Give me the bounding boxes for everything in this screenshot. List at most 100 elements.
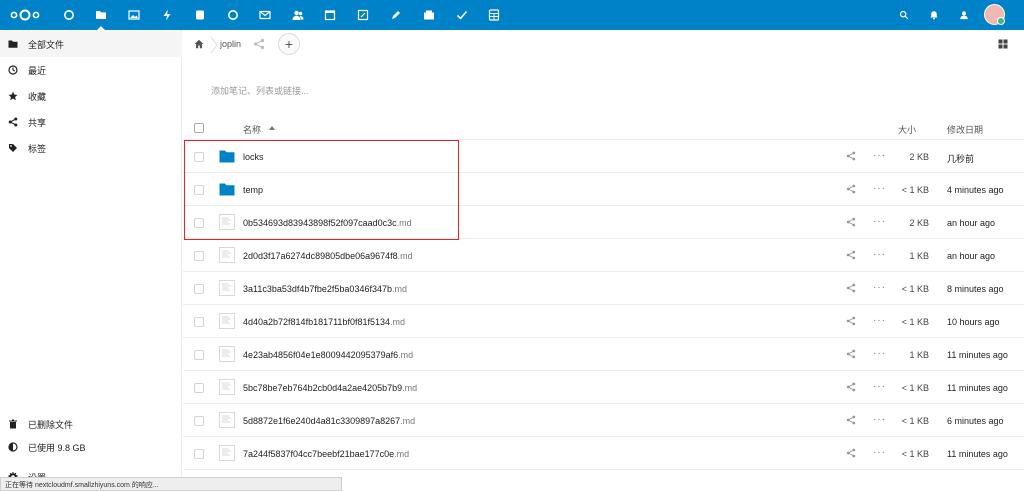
row-checkbox[interactable] [194, 152, 204, 162]
app-navigation: 全部文件 最近 收藏 共享 标签 已删除文件 已使用 9.8 GB 设置 [0, 30, 182, 491]
row-checkbox[interactable] [194, 185, 204, 195]
file-name[interactable]: 5bc78be7eb764b2cb0d4a2ae4205b7b9.md [243, 383, 417, 393]
sidebar-item-label: 已删除文件 [28, 419, 74, 430]
share-icon[interactable] [846, 448, 856, 458]
more-actions-icon[interactable]: ··· [873, 150, 886, 161]
file-size: 2 KB [909, 152, 929, 162]
table-row[interactable]: 5bc78be7eb764b2cb0d4a2ae4205b7b9.md ··· < … [183, 371, 1024, 404]
share-icon[interactable] [846, 349, 856, 359]
activity-icon[interactable] [159, 7, 175, 23]
table-row[interactable]: locks ··· 2 KB 几秒前 [183, 140, 1024, 173]
sidebar-item-favorites[interactable]: 收藏 [0, 83, 182, 109]
table-row[interactable]: 4d40a2b72f814fb181711bf0f81f5134.md ··· < … [183, 305, 1024, 338]
row-checkbox[interactable] [194, 218, 204, 228]
row-checkbox[interactable] [194, 449, 204, 459]
share-icon[interactable] [846, 316, 856, 326]
tasks-icon[interactable] [454, 7, 470, 23]
table-row[interactable]: 7a244f5837f04cc7beebf21bae177c0e.md ··· < … [183, 437, 1024, 470]
more-actions-icon[interactable]: ··· [873, 348, 886, 359]
calendar-icon[interactable] [322, 7, 338, 23]
table-row[interactable]: 2d0d3f17a6274dc89805dbe06a9674f8.md ··· 1 … [183, 239, 1024, 272]
files-icon[interactable] [93, 7, 109, 23]
file-name[interactable]: 7a244f5837f04cc7beebf21bae177c0e.md [243, 449, 409, 459]
sidebar-item-recent[interactable]: 最近 [0, 57, 182, 83]
row-checkbox[interactable] [194, 284, 204, 294]
file-thumbnail [219, 214, 235, 230]
file-name[interactable]: 4e23ab4856f04e1e8009442095379af6.md [243, 350, 413, 360]
notifications-icon[interactable] [926, 7, 942, 23]
more-actions-icon[interactable]: ··· [873, 414, 886, 425]
contacts-icon[interactable] [290, 7, 306, 23]
share-icon[interactable] [846, 217, 856, 227]
share-icon[interactable] [846, 382, 856, 392]
dashboard-icon[interactable] [61, 7, 77, 23]
file-name[interactable]: 3a11c3ba53df4b7fbe2f5ba0346f347b.md [243, 284, 407, 294]
table-row[interactable]: 4e23ab4856f04e1e8009442095379af6.md ··· 1 … [183, 338, 1024, 371]
table-row[interactable]: 5d8872e1f6e240d4a81c3309897a8267.md ··· < … [183, 404, 1024, 437]
home-icon[interactable] [194, 39, 204, 49]
row-checkbox[interactable] [194, 350, 204, 360]
row-checkbox[interactable] [194, 383, 204, 393]
more-actions-icon[interactable]: ··· [873, 249, 886, 260]
plus-icon: + [284, 36, 294, 52]
file-name[interactable]: locks [243, 152, 264, 162]
sidebar-item-label: 全部文件 [28, 39, 65, 50]
file-name[interactable]: 0b534693d83943898f52f097caad0c3c.md [243, 218, 412, 228]
file-size: < 1 KB [901, 317, 929, 327]
file-modified: an hour ago [947, 251, 996, 261]
nextcloud-logo[interactable] [9, 9, 41, 21]
table-row[interactable]: 0b534693d83943898f52f097caad0c3c.md ··· 2 … [183, 206, 1024, 239]
talk-icon[interactable] [225, 7, 241, 23]
size-column-header[interactable]: 大小 [898, 123, 916, 136]
file-thumbnail [219, 247, 235, 263]
share-icon[interactable] [846, 151, 856, 161]
more-actions-icon[interactable]: ··· [873, 381, 886, 392]
file-modified: 4 minutes ago [947, 185, 1004, 195]
grid-view-icon[interactable] [998, 39, 1008, 49]
row-checkbox[interactable] [194, 251, 204, 261]
sidebar-item-tags[interactable]: 标签 [0, 135, 182, 161]
bookmarks-icon[interactable] [421, 7, 437, 23]
file-name[interactable]: temp [243, 185, 263, 195]
folder-description-input[interactable]: 添加笔记、列表或链接... [211, 84, 309, 97]
app-header [0, 0, 1024, 30]
file-size: 1 KB [909, 251, 929, 261]
sidebar-item-shares[interactable]: 共享 [0, 109, 182, 135]
new-button[interactable]: + [278, 33, 300, 55]
file-name[interactable]: 2d0d3f17a6274dc89805dbe06a9674f8.md [243, 251, 413, 261]
more-actions-icon[interactable]: ··· [873, 447, 886, 458]
sidebar-item-label: 收藏 [28, 91, 47, 102]
row-checkbox[interactable] [194, 416, 204, 426]
mail-icon[interactable] [257, 7, 273, 23]
share-icon[interactable] [846, 415, 856, 425]
share-icon[interactable] [846, 184, 856, 194]
search-icon[interactable] [896, 7, 912, 23]
more-actions-icon[interactable]: ··· [873, 183, 886, 194]
folder-icon [219, 181, 235, 197]
breadcrumb-folder[interactable]: joplin [220, 39, 241, 49]
row-checkbox[interactable] [194, 317, 204, 327]
deck-icon[interactable] [192, 7, 208, 23]
photos-icon[interactable] [126, 7, 142, 23]
sidebar-item-all-files[interactable]: 全部文件 [0, 31, 182, 57]
more-actions-icon[interactable]: ··· [873, 282, 886, 293]
more-actions-icon[interactable]: ··· [873, 216, 886, 227]
notes-icon[interactable] [355, 7, 371, 23]
breadcrumb-separator [210, 36, 218, 54]
file-name[interactable]: 5d8872e1f6e240d4a81c3309897a8267.md [243, 416, 415, 426]
file-name[interactable]: 4d40a2b72f814fb181711bf0f81f5134.md [243, 317, 405, 327]
table-row[interactable]: temp ··· < 1 KB 4 minutes ago [183, 173, 1024, 206]
share-icon[interactable] [253, 38, 265, 50]
contacts-menu-icon[interactable] [956, 7, 972, 23]
more-actions-icon[interactable]: ··· [873, 315, 886, 326]
edit-icon[interactable] [388, 7, 404, 23]
select-all-checkbox[interactable] [194, 123, 204, 133]
table-row[interactable]: 3a11c3ba53df4b7fbe2f5ba0346f347b.md ··· < … [183, 272, 1024, 305]
file-size: 2 KB [909, 218, 929, 228]
spreadsheet-icon[interactable] [486, 7, 502, 23]
share-icon[interactable] [846, 283, 856, 293]
modified-column-header[interactable]: 修改日期 [947, 123, 983, 136]
share-icon[interactable] [846, 250, 856, 260]
share-icon [8, 117, 18, 127]
name-column-header[interactable]: 名称 [243, 123, 261, 136]
